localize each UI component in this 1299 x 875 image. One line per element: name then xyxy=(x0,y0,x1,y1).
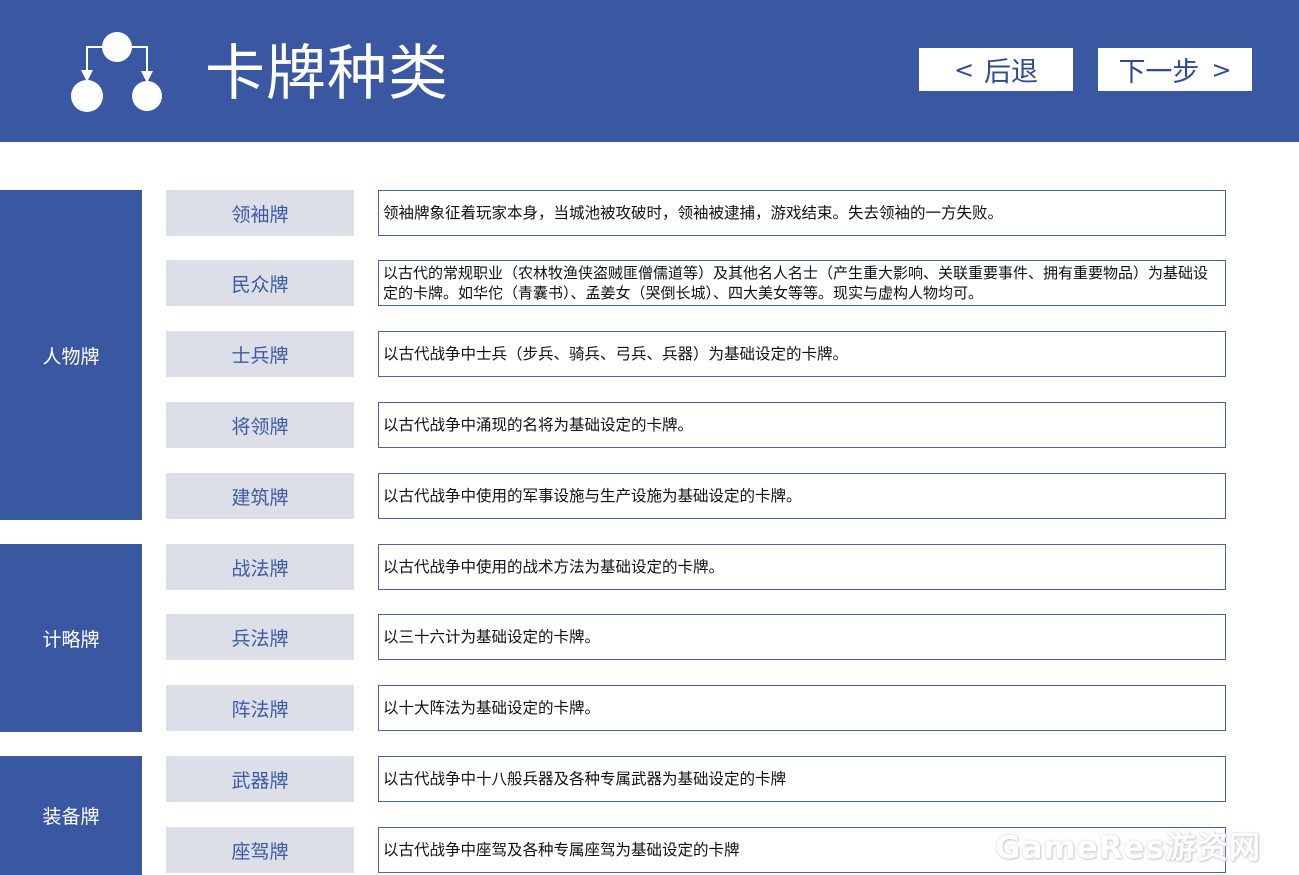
watermark: GameRes游资网 xyxy=(995,830,1262,866)
chevron-left-icon: < xyxy=(953,55,975,84)
card-description: 以古代战争中涌现的名将为基础设定的卡牌。 xyxy=(378,402,1226,448)
card-name: 士兵牌 xyxy=(166,331,354,377)
page-title: 卡牌种类 xyxy=(205,39,449,109)
category-person: 人物牌 xyxy=(0,190,142,520)
card-description: 以古代战争中使用的战术方法为基础设定的卡牌。 xyxy=(378,544,1226,590)
card-name: 阵法牌 xyxy=(166,685,354,731)
card-description: 以古代战争中十八般兵器及各种专属武器为基础设定的卡牌 xyxy=(378,756,1226,802)
category-equipment: 装备牌 xyxy=(0,756,142,875)
card-name: 兵法牌 xyxy=(166,614,354,660)
card-description: 以古代的常规职业（农林牧渔侠盗贼匪僧儒道等）及其他名人名士（产生重大影响、关联重… xyxy=(378,260,1226,306)
card-name: 武器牌 xyxy=(166,756,354,802)
card-name: 建筑牌 xyxy=(166,473,354,519)
header-bar: 卡牌种类 < 后退 下一步 > xyxy=(0,0,1299,142)
hierarchy-diagram-icon xyxy=(71,32,162,112)
card-description: 以十大阵法为基础设定的卡牌。 xyxy=(378,685,1226,731)
back-button[interactable]: < 后退 xyxy=(919,48,1073,91)
card-name: 战法牌 xyxy=(166,544,354,590)
card-name: 领袖牌 xyxy=(166,190,354,236)
card-description: 以古代战争中使用的军事设施与生产设施为基础设定的卡牌。 xyxy=(378,473,1226,519)
next-button[interactable]: 下一步 > xyxy=(1098,48,1252,91)
category-strategy: 计略牌 xyxy=(0,544,142,732)
chevron-right-icon: > xyxy=(1211,55,1232,84)
next-button-label: 下一步 xyxy=(1118,57,1200,88)
back-button-label: 后退 xyxy=(984,57,1039,88)
card-name: 民众牌 xyxy=(166,260,354,306)
card-description: 以古代战争中士兵（步兵、骑兵、弓兵、兵器）为基础设定的卡牌。 xyxy=(378,331,1226,377)
card-description: 以三十六计为基础设定的卡牌。 xyxy=(378,614,1226,660)
card-description: 领袖牌象征着玩家本身，当城池被攻破时，领袖被逮捕，游戏结束。失去领袖的一方失败。 xyxy=(378,190,1226,236)
card-name: 将领牌 xyxy=(166,402,354,448)
card-name: 座驾牌 xyxy=(166,827,354,873)
